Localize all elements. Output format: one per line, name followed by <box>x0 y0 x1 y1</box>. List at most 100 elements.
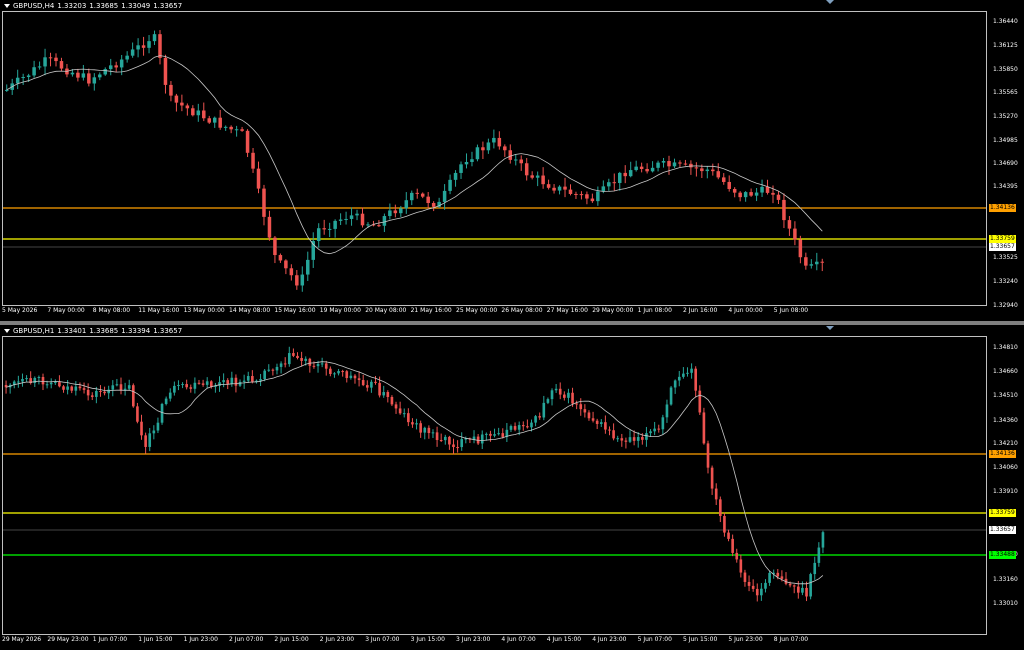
candle-body <box>365 385 369 388</box>
candle-body <box>743 572 747 582</box>
candle-body <box>700 168 704 172</box>
candle-body <box>103 391 106 394</box>
candle-body <box>341 371 344 373</box>
close-value: 1.33657 <box>153 2 183 10</box>
candle-body <box>716 171 721 178</box>
candle-body <box>242 380 246 382</box>
candle-body <box>196 110 201 116</box>
time-tick-label: 14 May 08:00 <box>229 307 271 314</box>
candle-body <box>558 388 562 395</box>
candle-body <box>738 192 742 198</box>
price-tick-label: 1.32940 <box>993 302 1018 309</box>
time-tick-label: 3 Jun 15:00 <box>410 636 445 643</box>
candlestick-chart-h1[interactable] <box>0 325 1024 650</box>
candle-body <box>797 586 800 593</box>
candle-body <box>519 159 523 164</box>
candle-body <box>682 373 685 377</box>
candle-body <box>492 137 496 143</box>
candle-body <box>751 585 755 589</box>
candle-body <box>98 74 102 78</box>
candle-body <box>136 45 140 50</box>
time-tick-label: 1 Jun 23:00 <box>183 636 218 643</box>
candle-body <box>78 386 82 389</box>
chart-pane-h1[interactable]: GBPUSD,H1 1.33401 1.33685 1.33394 1.3365… <box>0 325 1024 650</box>
candle-body <box>771 192 775 195</box>
price-tick-label: 1.33910 <box>993 488 1018 495</box>
chart-shift-marker-icon[interactable] <box>826 326 834 330</box>
candle-body <box>306 259 310 275</box>
chart-shift-marker-icon[interactable] <box>826 0 834 4</box>
candle-body <box>144 435 147 447</box>
candle-body <box>661 161 666 163</box>
candle-body <box>295 275 299 286</box>
candle-body <box>453 172 458 180</box>
candle-body <box>205 381 209 385</box>
candle-body <box>661 417 665 430</box>
candle-body <box>289 268 294 276</box>
candle-body <box>645 168 649 172</box>
candle-body <box>402 413 406 415</box>
chart-frame <box>2 336 987 635</box>
candle-body <box>327 228 332 230</box>
low-value: 1.33394 <box>121 327 151 335</box>
candle-body <box>508 150 513 160</box>
candle-body <box>111 385 115 390</box>
time-tick-label: 20 May 08:00 <box>365 307 407 314</box>
candle-body <box>448 436 451 445</box>
low-value: 1.33049 <box>121 2 151 10</box>
candle-body <box>534 416 537 423</box>
candle-body <box>140 421 143 436</box>
candle-body <box>754 192 759 196</box>
candle-body <box>820 261 825 263</box>
chart-header: GBPUSD,H1 1.33401 1.33685 1.33394 1.3365… <box>4 327 182 335</box>
open-value: 1.33203 <box>57 2 87 10</box>
time-tick-label: 1 Jun 15:00 <box>138 636 173 643</box>
time-tick-label: 1 Jun 08:00 <box>637 307 672 314</box>
candle-body <box>714 488 718 500</box>
candle-body <box>678 162 682 164</box>
candle-body <box>147 41 151 48</box>
candle-body <box>148 433 152 447</box>
candle-body <box>443 436 447 441</box>
candle-body <box>617 172 622 183</box>
candle-body <box>222 380 225 383</box>
symbol-label: GBPUSD,H1 <box>13 327 55 335</box>
candle-body <box>792 585 796 587</box>
candle-body <box>164 398 168 404</box>
candle-body <box>579 404 583 410</box>
candle-body <box>141 45 146 48</box>
candle-body <box>48 57 53 59</box>
price-tick-label: 1.34510 <box>993 392 1018 399</box>
candle-body <box>526 426 529 428</box>
candlestick-chart-h4[interactable] <box>0 0 1024 321</box>
candle-body <box>411 422 414 425</box>
candle-body <box>278 255 283 261</box>
chart-pane-h4[interactable]: GBPUSD,H4 1.33203 1.33685 1.33049 1.3365… <box>0 0 1024 321</box>
candle-body <box>760 588 763 596</box>
candle-body <box>399 208 403 214</box>
price-tick-label: 1.34690 <box>993 160 1018 167</box>
candle-body <box>66 386 69 390</box>
candle-body <box>156 422 160 431</box>
dropdown-icon[interactable] <box>4 329 10 333</box>
candle-body <box>486 142 491 151</box>
candle-body <box>686 372 689 374</box>
candle-body <box>95 390 98 397</box>
candle-body <box>669 387 673 405</box>
dropdown-icon[interactable] <box>4 4 10 8</box>
candle-body <box>793 228 797 240</box>
time-tick-label: 25 May 00:00 <box>456 307 498 314</box>
candle-body <box>475 147 480 160</box>
time-tick-label: 27 May 16:00 <box>546 307 588 314</box>
candle-body <box>152 430 156 434</box>
candle-body <box>263 370 266 380</box>
candle-body <box>284 260 288 269</box>
orange-level-label: 1.34136 <box>989 204 1016 212</box>
symbol-label: GBPUSD,H4 <box>13 2 55 10</box>
candle-body <box>698 390 702 413</box>
time-tick-label: 5 Jun 07:00 <box>637 636 672 643</box>
price-tick-label: 1.35270 <box>993 113 1018 120</box>
candle-body <box>731 538 734 553</box>
candle-body <box>108 65 113 70</box>
candle-body <box>4 89 9 91</box>
